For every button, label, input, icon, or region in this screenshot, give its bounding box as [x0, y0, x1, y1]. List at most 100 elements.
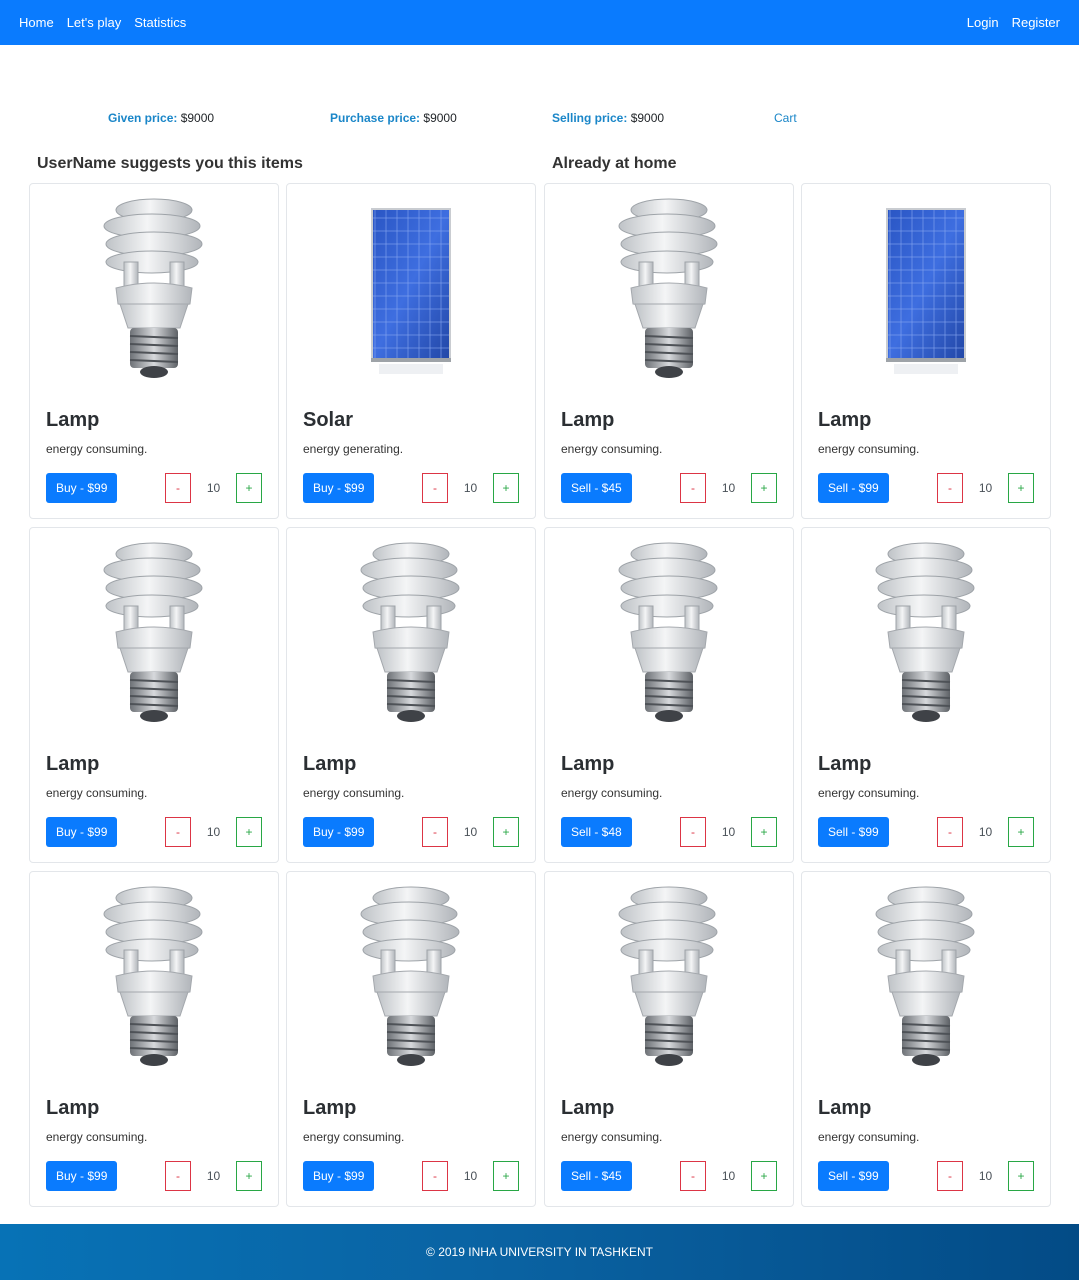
product-card: Lamp energy consuming. Sell - $45 - 10 +	[544, 871, 794, 1207]
increment-button[interactable]: +	[1008, 817, 1034, 847]
lamp-image	[30, 192, 278, 384]
product-card: Lamp energy consuming. Buy - $99 - 10 +	[29, 183, 279, 519]
nav-statistics-link[interactable]: Statistics	[134, 15, 186, 30]
decrement-button[interactable]: -	[165, 817, 191, 847]
product-title: Lamp	[46, 753, 100, 775]
decrement-button[interactable]: -	[937, 1161, 963, 1191]
product-description: energy consuming.	[46, 1130, 148, 1144]
sell-button[interactable]: Sell - $45	[561, 473, 632, 503]
quantity-stepper: - 10 +	[937, 1161, 1034, 1191]
lamp-image	[287, 536, 535, 728]
product-description: energy consuming.	[818, 1130, 920, 1144]
increment-button[interactable]: +	[1008, 473, 1034, 503]
quantity-value[interactable]: 10	[448, 1161, 493, 1191]
quantity-value[interactable]: 10	[191, 473, 236, 503]
top-navbar: Home Let's play Statistics Login Registe…	[0, 0, 1079, 45]
decrement-button[interactable]: -	[680, 473, 706, 503]
product-description: energy generating.	[303, 442, 404, 456]
nav-lets-play-link[interactable]: Let's play	[67, 15, 122, 30]
suggest-heading: UserName suggests you this items	[37, 155, 303, 172]
product-description: energy consuming.	[818, 786, 920, 800]
quantity-stepper: - 10 +	[422, 817, 519, 847]
product-title: Lamp	[303, 1097, 357, 1119]
cart-link[interactable]: Cart	[774, 111, 797, 125]
increment-button[interactable]: +	[1008, 1161, 1034, 1191]
quantity-value[interactable]: 10	[963, 1161, 1008, 1191]
given-price-label: Given price:	[108, 111, 178, 125]
decrement-button[interactable]: -	[422, 473, 448, 503]
sell-button[interactable]: Sell - $99	[818, 1161, 889, 1191]
quantity-value[interactable]: 10	[963, 473, 1008, 503]
product-description: energy consuming.	[561, 786, 663, 800]
lamp-image	[30, 880, 278, 1072]
increment-button[interactable]: +	[493, 1161, 519, 1191]
product-card: Lamp energy consuming. Buy - $99 - 10 +	[286, 527, 536, 863]
buy-button[interactable]: Buy - $99	[303, 473, 375, 503]
sell-button[interactable]: Sell - $45	[561, 1161, 632, 1191]
sell-button[interactable]: Sell - $99	[818, 817, 889, 847]
increment-button[interactable]: +	[493, 817, 519, 847]
product-description: energy consuming.	[46, 442, 148, 456]
quantity-value[interactable]: 10	[706, 473, 751, 503]
product-title: Lamp	[561, 409, 615, 431]
product-card: Lamp energy consuming. Sell - $45 - 10 +	[544, 183, 794, 519]
buy-button[interactable]: Buy - $99	[303, 1161, 375, 1191]
decrement-button[interactable]: -	[937, 817, 963, 847]
purchase-price-label: Purchase price:	[330, 111, 421, 125]
quantity-value[interactable]: 10	[191, 1161, 236, 1191]
quantity-stepper: - 10 +	[422, 1161, 519, 1191]
nav-register-link[interactable]: Register	[1012, 15, 1060, 30]
decrement-button[interactable]: -	[422, 1161, 448, 1191]
quantity-stepper: - 10 +	[680, 817, 777, 847]
selling-price-label: Selling price:	[552, 111, 628, 125]
quantity-value[interactable]: 10	[706, 817, 751, 847]
sell-button[interactable]: Sell - $99	[818, 473, 889, 503]
nav-left: Home Let's play Statistics	[19, 15, 186, 30]
buy-button[interactable]: Buy - $99	[46, 817, 118, 847]
product-title: Lamp	[46, 409, 100, 431]
sell-button[interactable]: Sell - $48	[561, 817, 632, 847]
quantity-stepper: - 10 +	[165, 1161, 262, 1191]
increment-button[interactable]: +	[236, 1161, 262, 1191]
quantity-value[interactable]: 10	[963, 817, 1008, 847]
lamp-image	[545, 880, 793, 1072]
selling-price-value: $9000	[630, 111, 665, 125]
quantity-value[interactable]: 10	[448, 817, 493, 847]
increment-button[interactable]: +	[751, 1161, 777, 1191]
decrement-button[interactable]: -	[422, 817, 448, 847]
product-card: Solar energy generating. Buy - $99 - 10 …	[286, 183, 536, 519]
quantity-value[interactable]: 10	[706, 1161, 751, 1191]
buy-button[interactable]: Buy - $99	[46, 473, 118, 503]
product-title: Lamp	[818, 409, 872, 431]
nav-home-link[interactable]: Home	[19, 15, 54, 30]
product-card: Lamp energy consuming. Sell - $99 - 10 +	[801, 527, 1051, 863]
product-card: Lamp energy consuming. Buy - $99 - 10 +	[29, 871, 279, 1207]
quantity-stepper: - 10 +	[937, 817, 1034, 847]
product-title: Lamp	[818, 1097, 872, 1119]
increment-button[interactable]: +	[493, 473, 519, 503]
buy-button[interactable]: Buy - $99	[303, 817, 375, 847]
increment-button[interactable]: +	[751, 817, 777, 847]
product-description: energy consuming.	[46, 786, 148, 800]
product-title: Lamp	[46, 1097, 100, 1119]
quantity-stepper: - 10 +	[937, 473, 1034, 503]
product-card: Lamp energy consuming. Buy - $99 - 10 +	[286, 871, 536, 1207]
increment-button[interactable]: +	[236, 473, 262, 503]
given-price: Given price: $9000	[108, 111, 214, 125]
product-title: Lamp	[561, 753, 615, 775]
product-description: energy consuming.	[561, 1130, 663, 1144]
product-card: Lamp energy consuming. Buy - $99 - 10 +	[29, 527, 279, 863]
decrement-button[interactable]: -	[165, 473, 191, 503]
increment-button[interactable]: +	[751, 473, 777, 503]
quantity-value[interactable]: 10	[191, 817, 236, 847]
increment-button[interactable]: +	[236, 817, 262, 847]
product-description: energy consuming.	[303, 786, 405, 800]
product-title: Lamp	[561, 1097, 615, 1119]
buy-button[interactable]: Buy - $99	[46, 1161, 118, 1191]
decrement-button[interactable]: -	[165, 1161, 191, 1191]
nav-login-link[interactable]: Login	[967, 15, 999, 30]
decrement-button[interactable]: -	[680, 1161, 706, 1191]
decrement-button[interactable]: -	[937, 473, 963, 503]
quantity-value[interactable]: 10	[448, 473, 493, 503]
decrement-button[interactable]: -	[680, 817, 706, 847]
